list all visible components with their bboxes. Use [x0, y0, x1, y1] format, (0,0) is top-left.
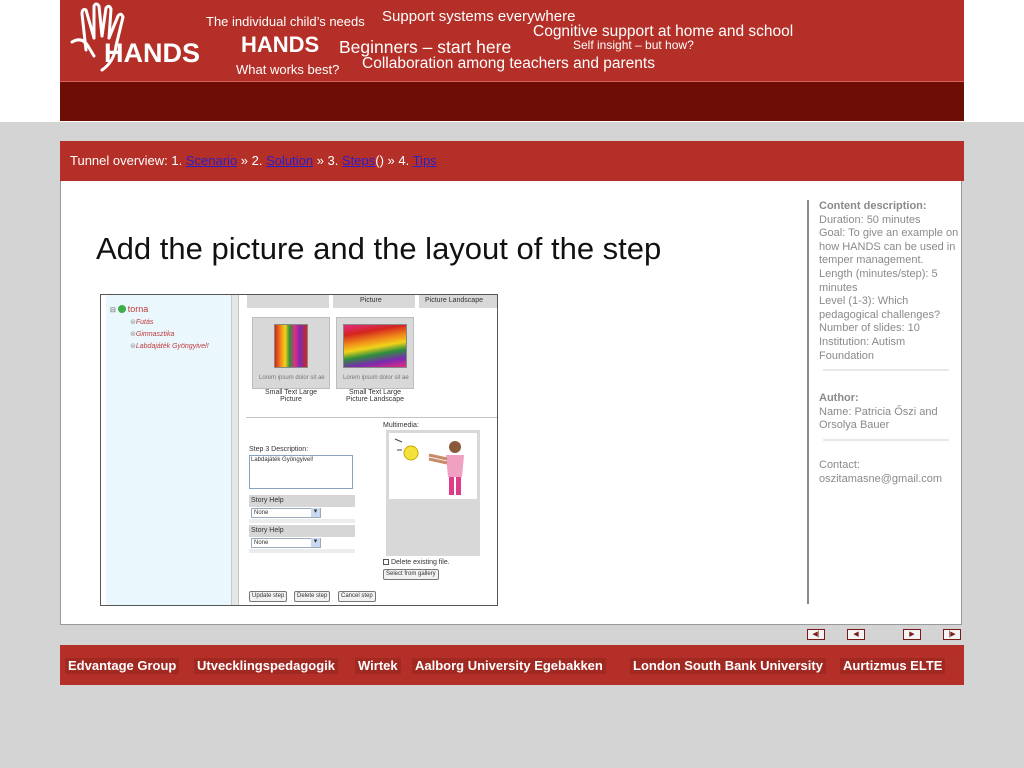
select-from-gallery-button[interactable]: Select from gallery — [383, 569, 439, 580]
tagline-what-works: What works best? — [236, 62, 340, 77]
update-step-button[interactable]: Update step — [249, 591, 288, 602]
partner-london-south-bank[interactable]: London South Bank University — [630, 658, 826, 674]
first-slide-icon: ◀| — [812, 631, 820, 638]
slide-navigation: ◀| ◀ ▶ |▶ — [800, 629, 965, 641]
template-caption: Picture Landscape — [425, 297, 483, 304]
tunnel-separator: » 2. — [237, 153, 267, 168]
cancel-step-button[interactable]: Cancel step — [338, 591, 376, 602]
screenshot-scrollbar — [232, 295, 239, 605]
partner-wirtek[interactable]: Wirtek — [355, 658, 401, 674]
story-help-header: Story Help — [249, 495, 355, 507]
tree-root-label: torna — [127, 304, 149, 314]
template-caption: Picture — [360, 297, 382, 304]
partner-edvantage[interactable]: Edvantage Group — [65, 658, 180, 674]
tunnel-separator: () » 4. — [375, 153, 413, 168]
template-name: Small Text Large Picture Landscape — [333, 389, 417, 403]
delete-file-option[interactable]: Delete existing file. — [383, 559, 450, 566]
last-slide-button[interactable]: |▶ — [943, 629, 961, 640]
template-name-line: Small Text Large — [264, 389, 317, 396]
template-lorem: Lorem ipsum dolor sit ae — [343, 375, 409, 381]
slide-title: Add the picture and the layout of the st… — [96, 231, 662, 266]
tree-item: ⊛Gimnasztika — [130, 330, 174, 338]
logo-text: HANDS — [104, 38, 201, 68]
collapse-icon: ⊟ — [110, 307, 116, 314]
editor-screenshot: ⊟ torna ⊛Futás ⊛Gimnasztika ⊛Labdajáték … — [100, 294, 498, 606]
story-help-select[interactable]: None — [251, 538, 321, 548]
next-slide-icon: ▶ — [909, 631, 915, 638]
tree-item-label: Futás — [135, 319, 154, 326]
slide-info-sidebar: Content description: Duration: 50 minute… — [819, 200, 959, 486]
partner-aurtizmus[interactable]: Aurtizmus ELTE — [840, 658, 946, 674]
tagline-collaboration: Collaboration among teachers and parents — [362, 55, 655, 72]
sidebar-divider — [823, 369, 949, 372]
tree-item-label: Gimnasztika — [135, 331, 175, 338]
institution-line: Institution: Autism Foundation — [819, 335, 906, 362]
tagline-hands: HANDS — [241, 32, 320, 57]
tunnel-link-tips[interactable]: Tips — [413, 153, 437, 168]
tagline-self-insight: Self insight – but how? — [573, 38, 694, 52]
scenario-tree: ⊟ torna ⊛Futás ⊛Gimnasztika ⊛Labdajáték … — [106, 295, 232, 605]
sidebar-rule — [807, 200, 809, 604]
template-name-line: Picture Landscape — [346, 396, 404, 403]
goal-line: Goal: To give an example on how HANDS ca… — [819, 227, 959, 267]
folder-icon — [117, 305, 126, 313]
template-thumbnail — [274, 324, 308, 368]
previous-slide-icon: ◀ — [853, 631, 859, 638]
template-strip — [247, 295, 329, 308]
author-heading: Author: — [819, 392, 859, 405]
story-help-body — [249, 549, 355, 553]
partner-utvecklingspedagogik[interactable]: Utvecklingspedagogik — [194, 658, 338, 674]
template-name-line: Picture — [280, 396, 302, 403]
content-description-heading: Content description: — [819, 200, 927, 212]
template-small-text-large-picture[interactable]: Lorem ipsum dolor sit ae — [252, 317, 330, 389]
partners-footer: Edvantage Group Utvecklingspedagogik Wir… — [60, 645, 964, 685]
template-name-line: Small Text Large — [348, 389, 401, 396]
step-description-label: Step 3 Description: — [249, 446, 309, 453]
tagline-individual-needs: The individual child’s needs — [206, 14, 365, 29]
delete-file-checkbox[interactable] — [383, 559, 389, 565]
contact-email: oszitamasne@gmail.com — [819, 472, 943, 485]
multimedia-panel — [386, 430, 480, 556]
tree-item: ⊛Labdajáték Gyöngyivel! — [130, 342, 209, 350]
step-description-value: Labdajáték Gyöngyivel! — [251, 457, 314, 463]
multimedia-label: Multimedia: — [383, 422, 419, 429]
slide-content: Add the picture and the layout of the st… — [60, 181, 962, 625]
step-description-input[interactable]: Labdajáték Gyöngyivel! — [249, 455, 353, 489]
last-slide-icon: |▶ — [948, 631, 956, 638]
tunnel-link-steps[interactable]: Steps — [342, 153, 375, 168]
header-dark-band — [60, 81, 964, 121]
template-small-text-large-picture-landscape[interactable]: Lorem ipsum dolor sit ae — [336, 317, 414, 389]
story-help-body — [249, 519, 355, 523]
story-help-select[interactable]: None — [251, 508, 321, 518]
story-help-header: Story Help — [249, 525, 355, 537]
previous-slide-button[interactable]: ◀ — [847, 629, 865, 640]
tunnel-prefix: Tunnel overview: 1. — [70, 153, 186, 168]
contact-label: Contact: — [819, 458, 860, 471]
slide-count-line: Number of slides: 10 — [819, 322, 920, 335]
tunnel-overview-bar: Tunnel overview: 1. Scenario » 2. Soluti… — [60, 141, 964, 181]
tunnel-link-scenario[interactable]: Scenario — [186, 153, 237, 168]
section-divider — [246, 417, 497, 418]
tunnel-separator: » 3. — [313, 153, 342, 168]
tree-root: ⊟ torna — [110, 304, 148, 314]
delete-file-label: Delete existing file. — [390, 559, 450, 566]
site-header: HANDS The individual child’s needs Suppo… — [60, 0, 964, 81]
length-line: Length (minutes/step): 5 minutes — [819, 267, 938, 294]
author-name: Name: Patricia Őszi and Orsolya Bauer — [819, 405, 938, 432]
tree-item: ⊛Futás — [130, 318, 153, 326]
tree-item-label: Labdajáték Gyöngyivel! — [135, 343, 209, 350]
next-slide-button[interactable]: ▶ — [903, 629, 921, 640]
partner-aalborg[interactable]: Aalborg University Egebakken — [412, 658, 606, 674]
duration-line: Duration: 50 minutes — [819, 213, 921, 226]
delete-step-button[interactable]: Delete step — [294, 591, 331, 602]
template-lorem: Lorem ipsum dolor sit ae — [259, 375, 325, 381]
sidebar-divider — [823, 438, 949, 441]
level-line: Level (1-3): Which pedagogical challenge… — [819, 295, 941, 321]
template-thumbnail — [343, 324, 407, 368]
child-catching-ball-image — [389, 433, 477, 499]
first-slide-button[interactable]: ◀| — [807, 629, 825, 640]
tunnel-link-solution[interactable]: Solution — [266, 153, 313, 168]
template-name: Small Text Large Picture — [249, 389, 333, 403]
